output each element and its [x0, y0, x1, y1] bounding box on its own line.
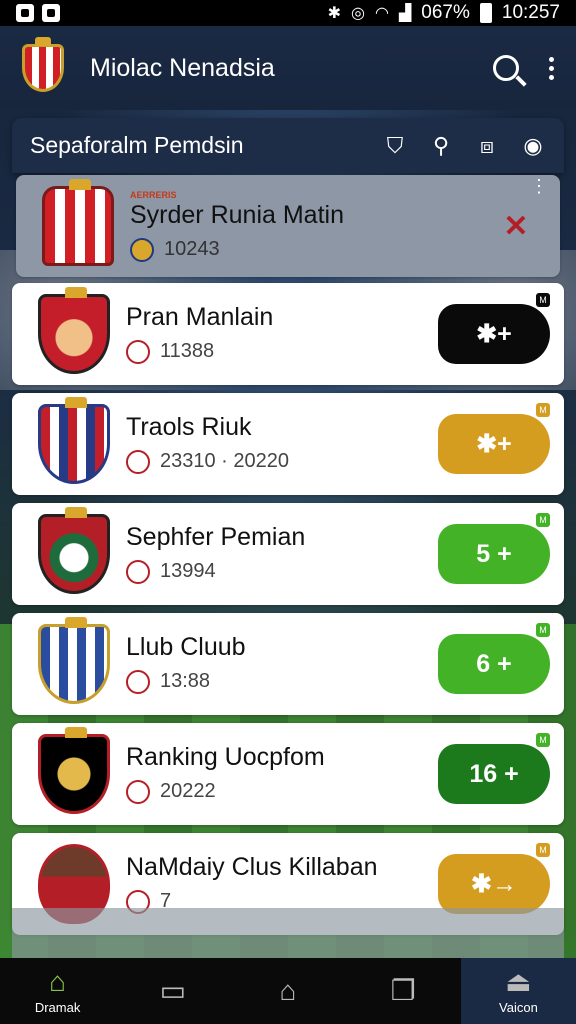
club-crest-icon — [38, 727, 110, 814]
club-score: 11388 — [160, 340, 215, 363]
panel-header: Sepaforalm Pemdsin ⛉ ⚲ ⧈ ◉ — [12, 118, 564, 173]
club-list: AERRERIS Syrder Runia Matin 10243 ✕ ⋮ Pr… — [12, 175, 564, 935]
wifi-icon: ◠ — [374, 5, 389, 22]
club-crest-icon — [42, 179, 114, 266]
club-name: Traols Riuk — [126, 413, 252, 442]
battery-percent: 067% — [421, 2, 470, 23]
windows-icon: ❐ — [390, 975, 416, 1006]
score-button[interactable]: 6 + — [438, 634, 550, 694]
search-icon — [493, 55, 519, 81]
row-menu-icon[interactable]: ⋮ — [530, 176, 548, 196]
list-item[interactable]: Llub Cluub 13:88 6 + M — [12, 613, 564, 715]
club-name: NaMdaiy Clus Killaban — [126, 853, 378, 882]
club-name: Ranking Uocpfom — [126, 743, 325, 772]
corner-badge: M — [536, 733, 550, 747]
nav-label: Vaicon — [499, 999, 538, 1015]
status-notifications — [16, 4, 60, 22]
nav-windows[interactable]: ❐ — [346, 958, 461, 1024]
whistle-icon[interactable]: ⚲ — [428, 133, 454, 159]
more-options-button[interactable] — [549, 56, 554, 80]
corner-badge: M — [536, 623, 550, 637]
nav-chat[interactable]: ▭ — [115, 958, 230, 1024]
nav-house[interactable]: ⌂ — [230, 958, 345, 1024]
club-crest-icon — [38, 287, 110, 374]
club-score: 20222 — [160, 780, 216, 803]
nav-label: Dramak — [34, 999, 81, 1015]
status-bar: ✱ ◎ ◠ ▟ 067% 10:257 — [0, 0, 576, 26]
chat-icon: ▭ — [159, 975, 187, 1006]
rankings-panel: Sepaforalm Pemdsin ⛉ ⚲ ⧈ ◉ AERRERIS Syrd… — [12, 118, 564, 1024]
clock: 10:257 — [501, 2, 560, 23]
nav-download[interactable]: ⏏ Vaicon — [460, 958, 576, 1024]
mini-badge-icon — [126, 779, 150, 804]
list-item[interactable]: Ranking Uocpfom 20222 16 + M — [12, 723, 564, 825]
mini-badge-icon — [126, 449, 150, 474]
corner-badge: M — [536, 293, 550, 307]
club-score: 10243 — [164, 238, 220, 261]
mini-badge-icon — [126, 559, 150, 584]
add-player-button[interactable]: ✱+ — [438, 414, 550, 474]
club-name: Sephfer Pemian — [126, 523, 306, 552]
notification-icon — [16, 4, 34, 22]
club-crest-icon — [38, 617, 110, 704]
kebab-dot — [549, 65, 554, 71]
panel-toolbar: ⛉ ⚲ ⧈ ◉ — [382, 133, 546, 159]
score-button[interactable]: 5 + — [438, 524, 550, 584]
club-score: 23310 · 20220 — [160, 450, 290, 473]
club-score: 13:88 — [160, 670, 211, 693]
app-title: Miolac Nenadsia — [90, 53, 275, 82]
download-icon: ⏏ — [505, 965, 532, 997]
transfer-button[interactable]: ✱→ — [438, 854, 550, 914]
kebab-dot — [549, 74, 554, 80]
club-score: 13994 — [160, 560, 216, 583]
remove-button[interactable]: ✕ — [486, 196, 546, 256]
nav-home[interactable]: ⌂ Dramak — [0, 958, 115, 1024]
club-crest-icon — [38, 507, 110, 594]
camera-icon[interactable]: ⧈ — [474, 133, 500, 159]
corner-badge: M — [536, 843, 550, 857]
app-bar: Miolac Nenadsia — [0, 26, 576, 110]
club-crest-icon — [38, 397, 110, 484]
club-logo — [22, 37, 64, 92]
score-button[interactable]: 16 + — [438, 744, 550, 804]
battery-icon — [479, 3, 492, 23]
alarm-icon: ◎ — [351, 5, 365, 22]
list-item[interactable]: Traols Riuk 23310 · 20220 ✱+ M — [12, 393, 564, 495]
bluetooth-icon: ✱ — [327, 5, 342, 22]
row-tag: AERRERIS — [130, 190, 177, 201]
add-player-button[interactable]: ✱+ — [438, 304, 550, 364]
corner-badge: M — [536, 513, 550, 527]
notification-icon — [42, 4, 60, 22]
club-name: Pran Manlain — [126, 303, 274, 332]
panel-title: Sepaforalm Pemdsin — [30, 132, 244, 158]
scroll-fade — [12, 908, 564, 958]
club-name: Syrder Runia Matin — [130, 201, 344, 230]
home-icon: ⌂ — [49, 965, 67, 997]
list-item[interactable]: AERRERIS Syrder Runia Matin 10243 ✕ ⋮ — [16, 175, 560, 277]
club-name: Llub Cluub — [126, 633, 246, 662]
clock-icon[interactable]: ◉ — [520, 133, 546, 159]
signal-icon: ▟ — [398, 5, 412, 22]
mini-badge-icon — [126, 669, 150, 694]
bottom-nav: ⌂ Dramak ▭ ⌂ ❐ ⏏ Vaicon — [0, 958, 576, 1024]
list-item[interactable]: Pran Manlain 11388 ✱+ M — [12, 283, 564, 385]
search-button[interactable] — [493, 55, 519, 81]
house-outline-icon: ⌂ — [279, 975, 297, 1006]
kebab-dot — [549, 56, 554, 62]
shield-icon[interactable]: ⛉ — [382, 133, 408, 159]
corner-badge: M — [536, 403, 550, 417]
mini-badge-icon — [126, 339, 150, 364]
status-indicators: ✱ ◎ ◠ ▟ 067% 10:257 — [328, 2, 560, 24]
mini-badge-icon — [130, 237, 154, 262]
list-item[interactable]: Sephfer Pemian 13994 5 + M — [12, 503, 564, 605]
